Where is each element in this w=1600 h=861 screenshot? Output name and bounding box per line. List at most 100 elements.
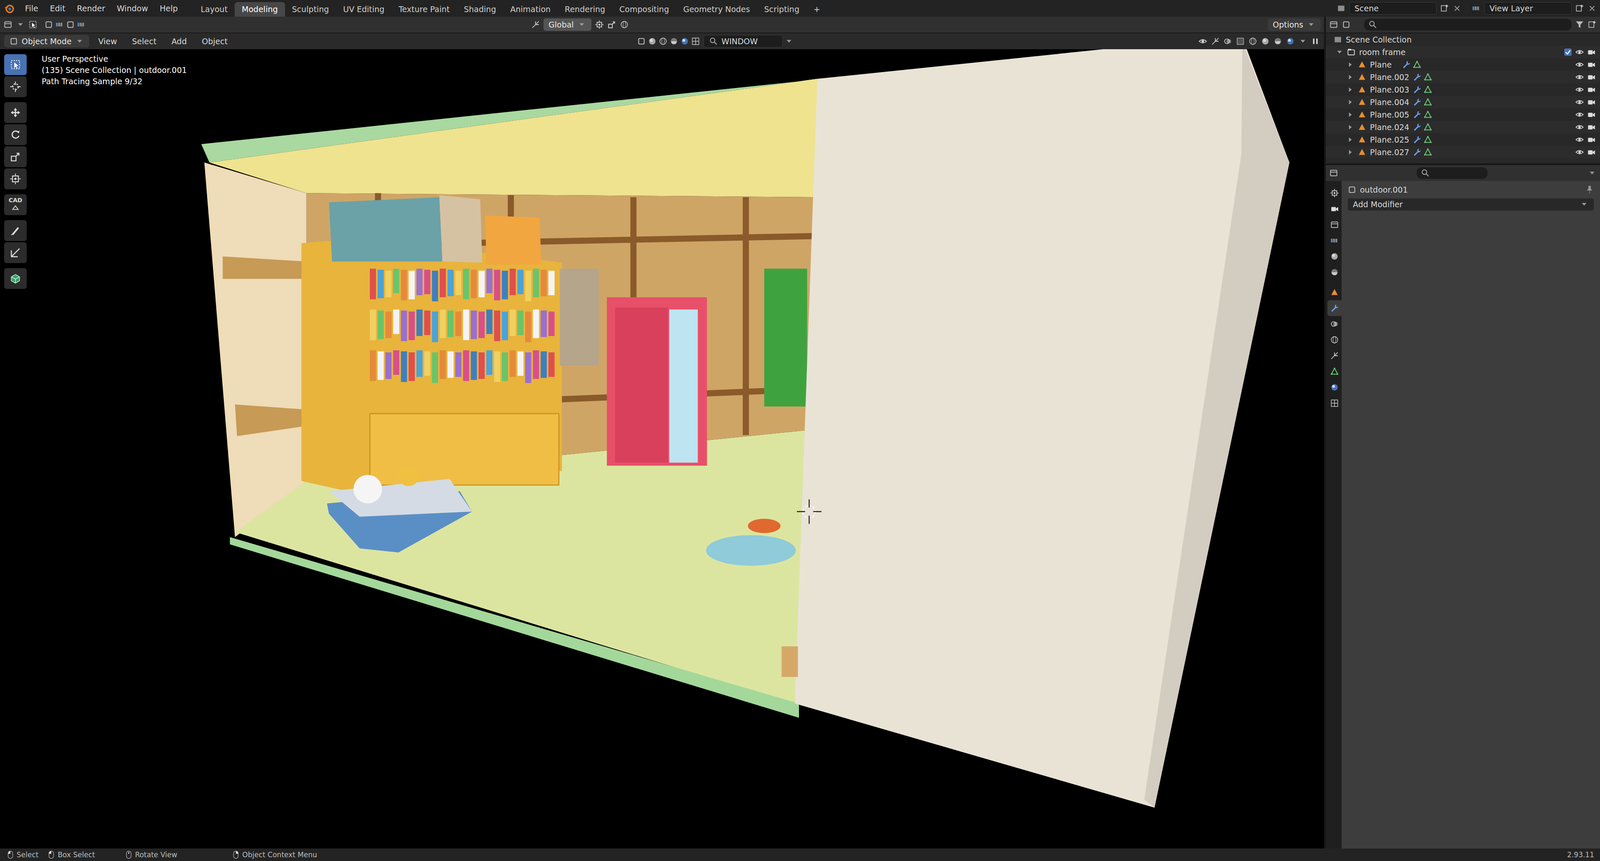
shading-icon <box>658 36 668 46</box>
outliner-search[interactable] <box>1364 18 1572 31</box>
camera-icon[interactable] <box>1586 47 1596 57</box>
mesh-icon <box>1423 97 1433 107</box>
outliner-row[interactable]: Plane.024 <box>1325 120 1600 134</box>
view-layer-field[interactable]: View Layer <box>1484 2 1572 16</box>
add-workspace-button[interactable]: + <box>806 2 828 17</box>
workspace-tab[interactable]: Animation <box>503 2 558 17</box>
camera-icon[interactable] <box>1586 110 1596 120</box>
scene-icon <box>1329 251 1340 261</box>
camera-icon[interactable] <box>1586 122 1596 132</box>
mesh-icon <box>1412 60 1422 70</box>
menu-item[interactable]: Render <box>71 2 112 16</box>
properties-tab[interactable] <box>1327 379 1342 396</box>
camera-icon[interactable] <box>1586 135 1596 145</box>
eye-icon[interactable] <box>1574 122 1585 132</box>
properties-tab[interactable] <box>1327 185 1342 201</box>
outliner-row[interactable]: Plane <box>1325 58 1600 71</box>
outliner-row[interactable]: Plane.025 <box>1325 133 1600 146</box>
scene-field[interactable]: Scene <box>1349 2 1437 16</box>
outliner-row[interactable]: Plane.003 <box>1325 83 1600 96</box>
eye-icon[interactable] <box>1574 97 1585 107</box>
expand-arrow-icon <box>1345 60 1355 70</box>
viewport-menu[interactable]: Select <box>126 35 163 48</box>
camera-icon[interactable] <box>1586 72 1596 82</box>
expand-arrow-icon <box>1345 122 1355 132</box>
viewport-menu[interactable]: Object <box>195 35 234 48</box>
workspace-tabs: LayoutModelingSculptingUV EditingTexture… <box>193 0 828 17</box>
options-dropdown[interactable]: Options <box>1267 18 1321 31</box>
tool-button[interactable] <box>4 102 27 123</box>
viewport-menu[interactable]: View <box>92 35 123 48</box>
workspace-tab[interactable]: Rendering <box>557 2 613 17</box>
workspace-tab[interactable]: Layout <box>193 2 236 17</box>
scene-name: Scene <box>1354 3 1379 14</box>
eye-icon[interactable] <box>1574 135 1585 145</box>
workspace-tab[interactable]: Shading <box>456 2 504 17</box>
window-field[interactable]: WINDOW <box>703 35 783 48</box>
snap-icon <box>607 20 617 30</box>
eye-icon[interactable] <box>1574 60 1585 70</box>
workspace-tab[interactable]: UV Editing <box>335 2 392 17</box>
tool-button[interactable] <box>4 220 27 241</box>
menu-item[interactable]: Edit <box>44 2 72 16</box>
camera-icon[interactable] <box>1586 97 1596 107</box>
orientation-dropdown[interactable]: Global <box>543 18 592 31</box>
properties-tab[interactable] <box>1327 264 1342 281</box>
workspace-tab[interactable]: Texture Paint <box>391 2 457 17</box>
tool-button[interactable] <box>4 124 27 146</box>
properties-tab[interactable] <box>1327 395 1342 411</box>
eye-icon[interactable] <box>1574 85 1585 95</box>
properties-tab[interactable] <box>1327 363 1342 380</box>
display-icon <box>1310 36 1320 46</box>
camera-icon[interactable] <box>1586 147 1596 157</box>
properties-tab[interactable] <box>1327 248 1342 265</box>
tool-button[interactable] <box>4 267 27 289</box>
camera-icon[interactable] <box>1586 60 1596 70</box>
outliner-row[interactable]: Plane.002 <box>1325 70 1600 84</box>
render-canvas[interactable]: CADUser Perspective(135) Scene Collectio… <box>0 49 1325 849</box>
tool-button[interactable] <box>4 242 27 263</box>
properties-tab[interactable] <box>1327 216 1342 233</box>
tool-button[interactable] <box>4 146 27 168</box>
display-icon <box>1285 36 1295 46</box>
object-icon <box>1357 72 1367 82</box>
outliner-row[interactable]: room frame <box>1325 45 1600 59</box>
filter-icon <box>1574 20 1585 30</box>
eye-icon[interactable] <box>1574 110 1585 120</box>
camera-icon[interactable] <box>1586 85 1596 95</box>
outliner-label: Plane.025 <box>1369 135 1410 145</box>
workspace-tab[interactable]: Sculpting <box>285 2 337 17</box>
viewport-menu[interactable]: Add <box>165 35 193 48</box>
eye-icon[interactable] <box>1574 47 1585 57</box>
properties-tab[interactable] <box>1327 200 1342 217</box>
outliner-row[interactable]: Plane.027 <box>1325 145 1600 159</box>
workspace-tab[interactable]: Geometry Nodes <box>676 2 757 17</box>
properties-tab[interactable] <box>1327 284 1342 301</box>
outliner-row[interactable]: Plane.004 <box>1325 95 1600 109</box>
add-modifier-dropdown[interactable]: Add Modifier <box>1347 197 1595 211</box>
workspace-tab[interactable]: Modeling <box>234 2 285 17</box>
checkbox-checked-icon[interactable] <box>1563 47 1573 57</box>
workspace-tab[interactable]: Compositing <box>612 2 677 17</box>
eye-icon[interactable] <box>1574 147 1585 157</box>
properties-tab[interactable] <box>1327 331 1342 348</box>
outliner-row[interactable]: Plane.005 <box>1325 108 1600 121</box>
properties-tab[interactable] <box>1327 300 1342 316</box>
mode-dropdown[interactable]: Object Mode <box>4 35 90 48</box>
workspace-tab[interactable]: Scripting <box>756 2 807 17</box>
menu-item[interactable]: Help <box>153 2 184 16</box>
outliner-row[interactable]: Scene Collection <box>1325 33 1600 46</box>
add-modifier-label: Add Modifier <box>1352 199 1403 210</box>
menu-item[interactable]: File <box>19 2 45 16</box>
properties-search[interactable] <box>1416 167 1488 179</box>
menu-item[interactable]: Window <box>110 2 154 16</box>
eye-icon[interactable] <box>1574 72 1585 82</box>
tool-button[interactable] <box>4 54 27 76</box>
properties-tab[interactable] <box>1327 347 1342 364</box>
tool-button[interactable] <box>4 76 27 98</box>
tool-button[interactable] <box>4 168 27 190</box>
properties-tab[interactable] <box>1327 315 1342 332</box>
properties-tab[interactable] <box>1327 232 1342 249</box>
object-icon <box>1357 97 1367 107</box>
tool-button[interactable]: CAD <box>4 194 27 216</box>
